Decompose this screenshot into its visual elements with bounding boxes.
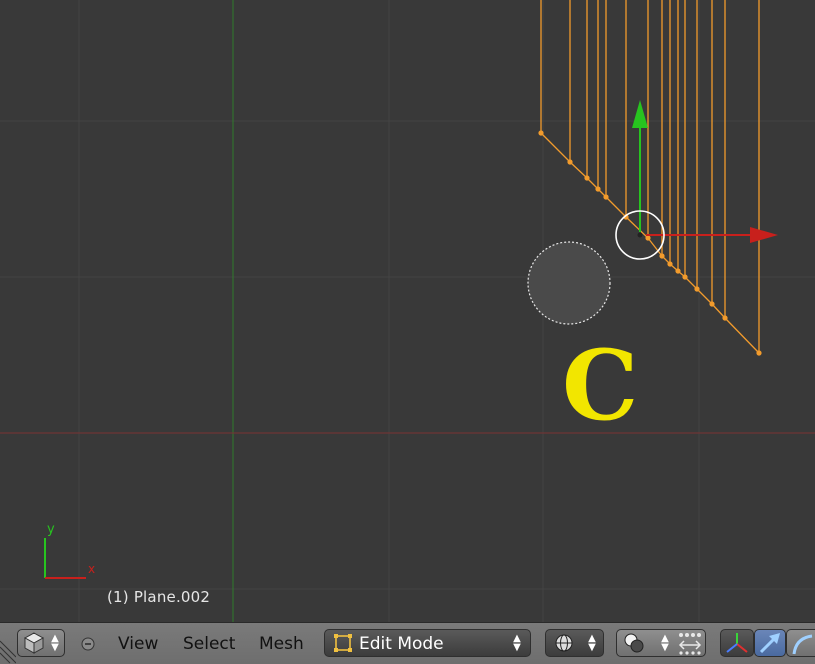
menu-view[interactable]: View <box>118 633 158 655</box>
updown-icon: ▲ ▼ <box>661 633 669 653</box>
menu-mesh[interactable]: Mesh <box>259 633 304 655</box>
mode-label: Edit Mode <box>359 634 444 654</box>
grid <box>0 0 815 622</box>
manipulator-toggle[interactable] <box>720 629 754 657</box>
overlay-key-letter: C <box>562 329 639 442</box>
editor-type-button[interactable]: ▲ ▼ <box>17 629 65 657</box>
gizmo-x-label: x <box>88 562 95 576</box>
collapse-icon[interactable] <box>80 636 96 652</box>
translate-icon <box>759 633 780 654</box>
gizmo-y-label: y <box>47 522 55 537</box>
pivot-globe-icon <box>555 634 573 652</box>
updown-icon: ▲ ▼ <box>51 633 59 653</box>
mode-icon <box>334 634 352 652</box>
manipulator-icon <box>726 633 748 653</box>
mode-selector[interactable]: Edit Mode ▲ ▼ <box>324 629 531 657</box>
viewport-header: ▲ ▼ View Select Mesh Edit Mode ▲ ▼ ▲ ▼ ▲ ▼ <box>0 622 815 664</box>
updown-icon: ▲ ▼ <box>588 633 596 653</box>
snap-icon <box>678 633 702 655</box>
axis-gizmo: y x <box>44 522 95 579</box>
3d-viewport[interactable]: y x (1) Plane.002 C <box>0 0 815 622</box>
updown-icon: ▲ ▼ <box>513 633 521 653</box>
resize-corner-icon[interactable] <box>0 623 16 664</box>
x-arrow-icon <box>750 227 778 243</box>
y-arrow-icon <box>632 100 648 128</box>
pivot-point-selector[interactable]: ▲ ▼ <box>545 629 604 657</box>
layers-selector[interactable]: ▲ ▼ <box>616 629 706 657</box>
viewport-canvas: y x <box>0 0 815 622</box>
layers-icon <box>624 633 644 653</box>
cube-icon <box>23 632 45 654</box>
menu-select[interactable]: Select <box>183 633 235 655</box>
object-name-label: (1) Plane.002 <box>107 588 211 606</box>
rotate-icon <box>792 634 813 655</box>
translate-toggle[interactable] <box>754 629 786 657</box>
circle-select-brush <box>527 241 611 325</box>
rotate-toggle[interactable] <box>786 629 815 657</box>
